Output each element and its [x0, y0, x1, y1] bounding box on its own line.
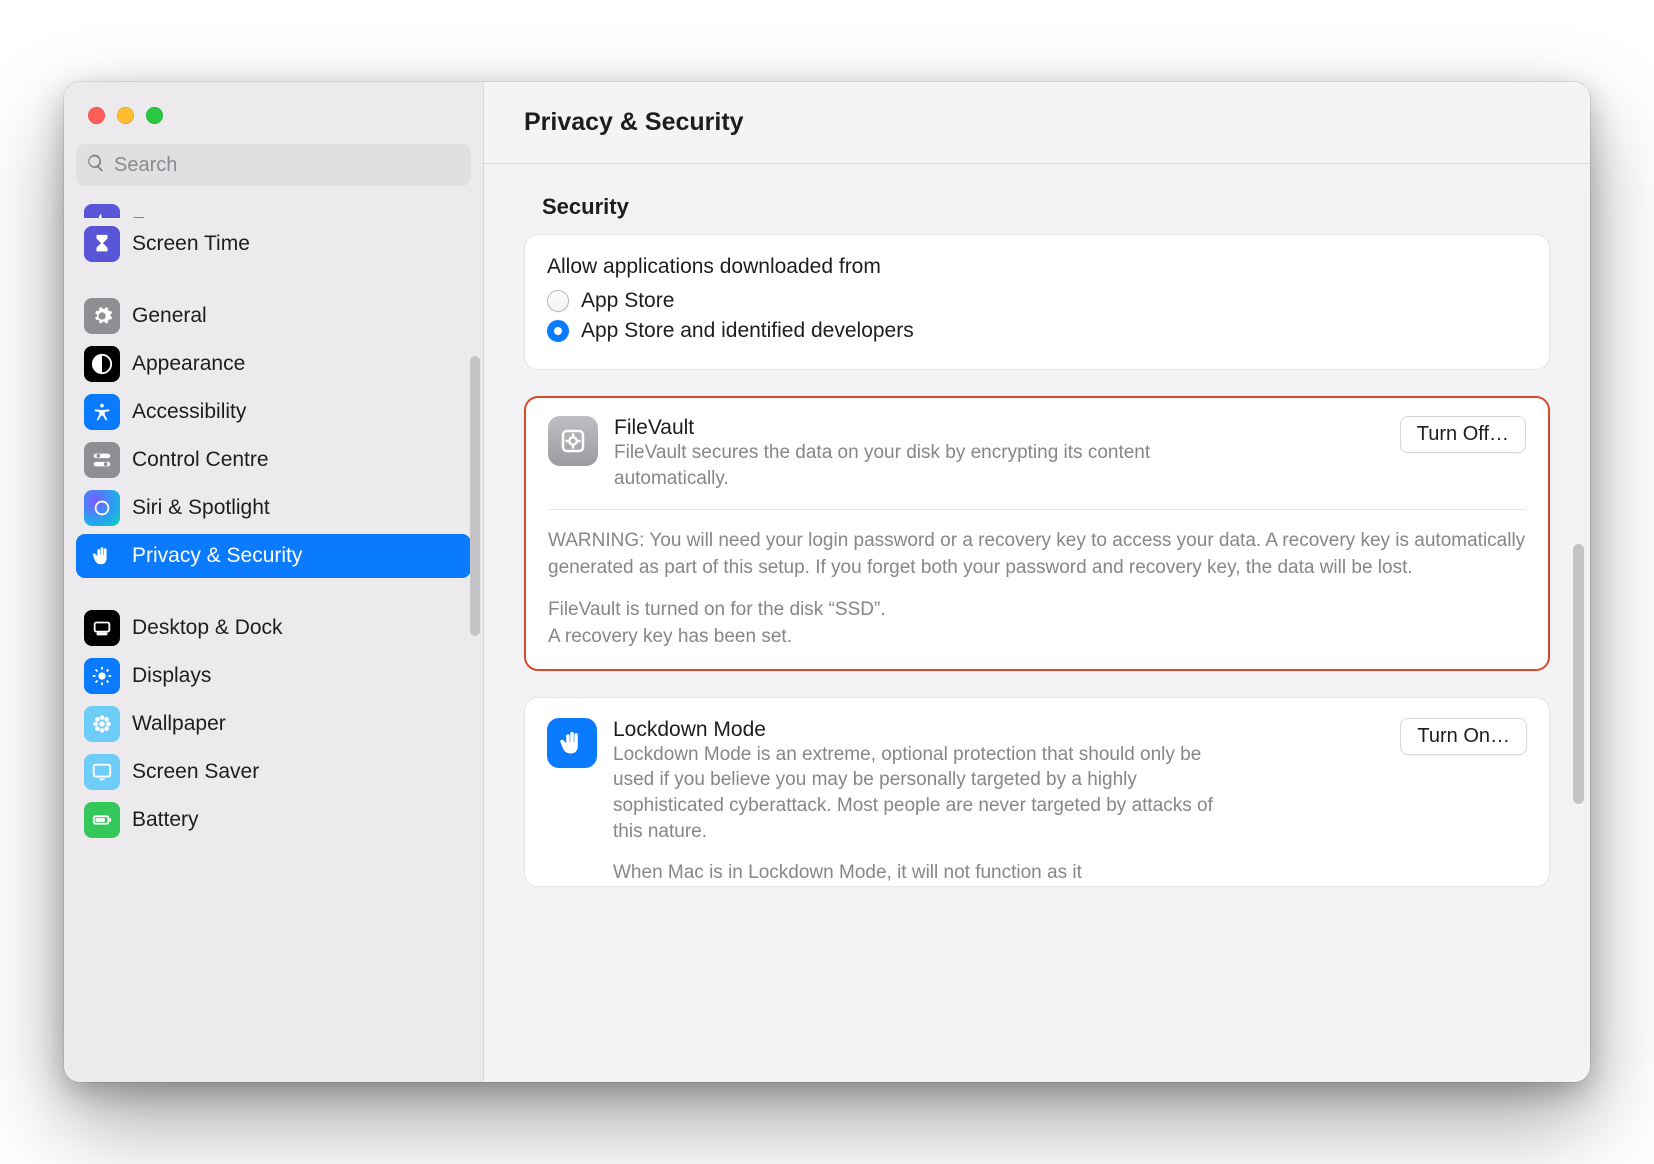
- content-scroll: Security Allow applications downloaded f…: [484, 164, 1590, 1082]
- sidebar-scroll: Focus Screen Time General: [64, 196, 483, 1082]
- accessibility-icon: [84, 394, 120, 430]
- page-title: Privacy & Security: [524, 108, 744, 137]
- sidebar-item-label: Siri & Spotlight: [132, 496, 270, 520]
- allow-apps-option-identified-devs[interactable]: App Store and identified developers: [547, 319, 1527, 343]
- fullscreen-window-button[interactable]: [146, 107, 163, 124]
- titlebar: Privacy & Security: [484, 82, 1590, 164]
- sidebar-item-label: Control Centre: [132, 448, 269, 472]
- sidebar-item-control-centre[interactable]: Control Centre: [76, 438, 471, 482]
- search-field[interactable]: [76, 144, 471, 186]
- filevault-description: FileVault secures the data on your disk …: [614, 440, 1234, 491]
- battery-icon: [84, 802, 120, 838]
- radio-label: App Store and identified developers: [581, 319, 914, 343]
- flower-icon: [84, 706, 120, 742]
- sidebar-item-label: Battery: [132, 808, 199, 832]
- dock-icon: [84, 610, 120, 646]
- sun-icon: [84, 658, 120, 694]
- minimize-window-button[interactable]: [117, 107, 134, 124]
- filevault-status-line: FileVault is turned on for the disk “SSD…: [548, 597, 1526, 624]
- filevault-status: FileVault is turned on for the disk “SSD…: [548, 597, 1526, 650]
- hand-icon: [84, 538, 120, 574]
- screen-saver-icon: [84, 754, 120, 790]
- lockdown-title: Lockdown Mode: [613, 718, 1384, 742]
- sidebar-item-siri-spotlight[interactable]: Siri & Spotlight: [76, 486, 471, 530]
- allow-apps-card: Allow applications downloaded from App S…: [524, 234, 1550, 370]
- sidebar-scrollbar-thumb[interactable]: [470, 356, 480, 636]
- sidebar-item-displays[interactable]: Displays: [76, 654, 471, 698]
- hourglass-icon: [84, 226, 120, 262]
- filevault-card: FileVault FileVault secures the data on …: [524, 396, 1550, 671]
- sidebar-item-general[interactable]: General: [76, 294, 471, 338]
- sidebar-item-label: Focus: [132, 214, 189, 218]
- sidebar-item-desktop-dock[interactable]: Desktop & Dock: [76, 606, 471, 650]
- siri-icon: [84, 490, 120, 526]
- sidebar-item-label: Desktop & Dock: [132, 616, 283, 640]
- divider: [548, 509, 1526, 510]
- sidebar: Focus Screen Time General: [64, 82, 484, 1082]
- filevault-turn-off-button[interactable]: Turn Off…: [1400, 416, 1526, 453]
- sidebar-item-label: Accessibility: [132, 400, 246, 424]
- system-settings-window: Focus Screen Time General: [64, 82, 1590, 1082]
- gear-icon: [84, 298, 120, 334]
- lockdown-card: Lockdown Mode Lockdown Mode is an extrem…: [524, 697, 1550, 887]
- sidebar-item-screen-saver[interactable]: Screen Saver: [76, 750, 471, 794]
- sidebar-item-focus[interactable]: Focus: [76, 196, 471, 218]
- radio-label: App Store: [581, 289, 674, 313]
- search-input[interactable]: [114, 154, 461, 177]
- sidebar-list: Focus Screen Time General: [76, 196, 471, 842]
- sidebar-item-battery[interactable]: Battery: [76, 798, 471, 842]
- sidebar-item-label: Displays: [132, 664, 211, 688]
- contrast-icon: [84, 346, 120, 382]
- lockdown-description: Lockdown Mode is an extreme, optional pr…: [613, 742, 1233, 845]
- lockdown-icon: [547, 718, 597, 768]
- content-scrollbar-thumb[interactable]: [1573, 544, 1584, 804]
- sidebar-item-privacy-security[interactable]: Privacy & Security: [76, 534, 471, 578]
- window-controls: [64, 102, 483, 128]
- filevault-warning: WARNING: You will need your login passwo…: [548, 528, 1526, 581]
- lockdown-more-text: When Mac is in Lockdown Mode, it will no…: [613, 860, 1233, 886]
- search-wrap: [64, 128, 483, 196]
- allow-apps-option-app-store[interactable]: App Store: [547, 289, 1527, 313]
- sidebar-item-label: General: [132, 304, 207, 328]
- sidebar-item-screen-time[interactable]: Screen Time: [76, 222, 471, 266]
- filevault-icon: [548, 416, 598, 466]
- sidebar-item-accessibility[interactable]: Accessibility: [76, 390, 471, 434]
- radio-icon: [547, 320, 569, 342]
- sidebar-item-label: Screen Time: [132, 232, 250, 256]
- sidebar-item-label: Appearance: [132, 352, 245, 376]
- main-pane: Privacy & Security Security Allow applic…: [484, 82, 1590, 1082]
- sidebar-item-label: Wallpaper: [132, 712, 226, 736]
- radio-icon: [547, 290, 569, 312]
- sidebar-item-label: Privacy & Security: [132, 544, 302, 568]
- close-window-button[interactable]: [88, 107, 105, 124]
- filevault-status-line: A recovery key has been set.: [548, 624, 1526, 651]
- search-icon: [86, 153, 106, 178]
- sidebar-item-label: Screen Saver: [132, 760, 259, 784]
- sidebar-item-appearance[interactable]: Appearance: [76, 342, 471, 386]
- filevault-title: FileVault: [614, 416, 1384, 440]
- allow-apps-label: Allow applications downloaded from: [547, 255, 1527, 279]
- sidebar-item-wallpaper[interactable]: Wallpaper: [76, 702, 471, 746]
- toggles-icon: [84, 442, 120, 478]
- lockdown-turn-on-button[interactable]: Turn On…: [1400, 718, 1527, 755]
- section-title-security: Security: [524, 194, 1550, 220]
- moon-icon: [84, 204, 120, 218]
